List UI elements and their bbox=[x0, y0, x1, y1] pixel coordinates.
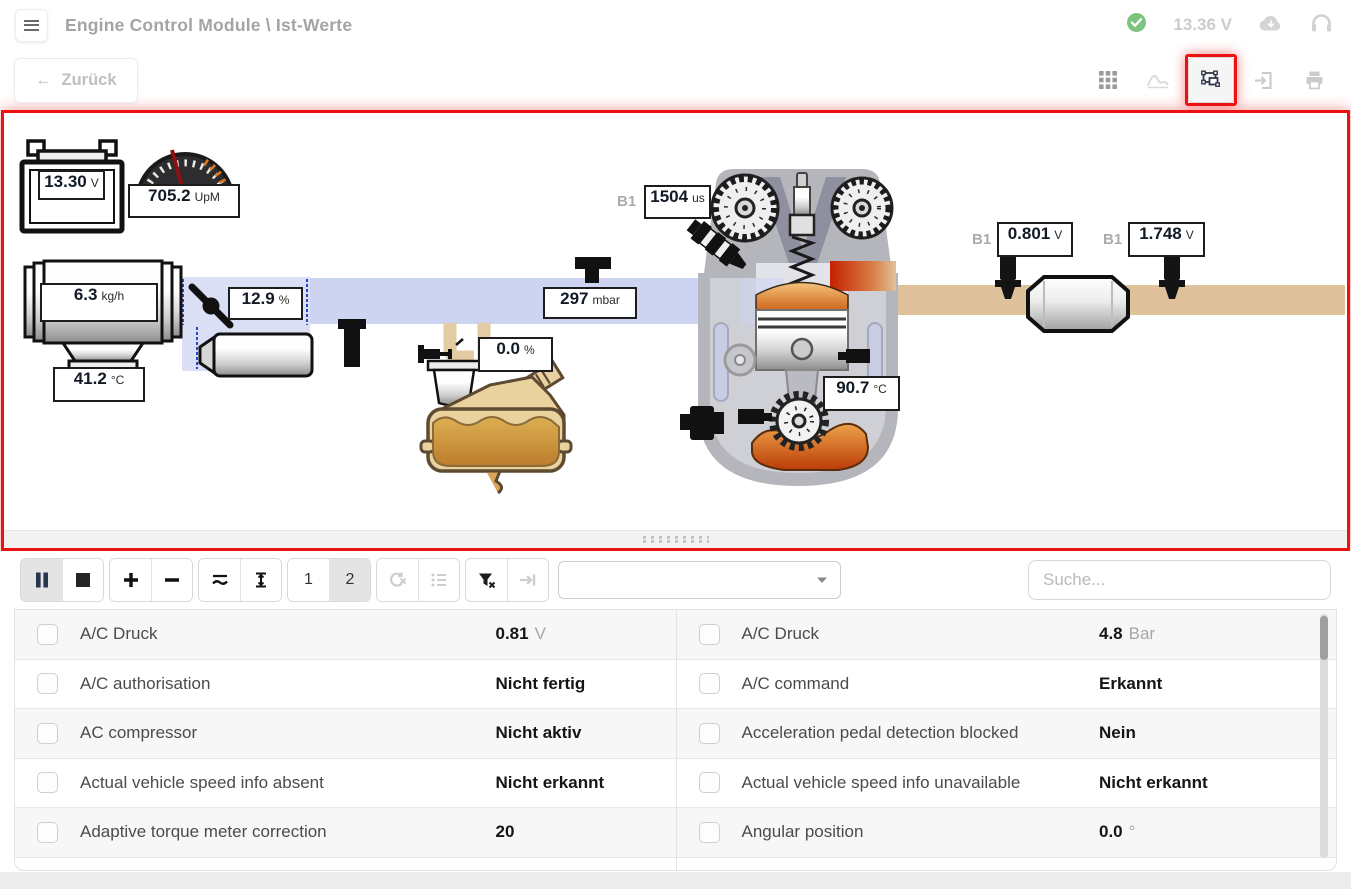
row-checkbox[interactable] bbox=[698, 772, 720, 794]
battery-voltage-status: 13.36 V bbox=[1173, 15, 1232, 34]
chart-view-button[interactable] bbox=[1135, 57, 1181, 103]
search-input[interactable] bbox=[1028, 560, 1331, 600]
back-arrow-icon: ← bbox=[35, 70, 52, 89]
schematic-panel: 13.30 V 705.2 UpM 6.3 kg/h 41.2 °C 12.9% 297… bbox=[1, 110, 1350, 551]
stop-icon bbox=[76, 573, 90, 587]
stop-button[interactable] bbox=[62, 559, 103, 601]
table-row[interactable]: A/C command Erkannt bbox=[676, 660, 1336, 709]
cam-gear-left-icon bbox=[710, 173, 780, 243]
table-row[interactable]: Adaptive torque meter correction 20 bbox=[15, 808, 676, 858]
row-checkbox[interactable] bbox=[37, 623, 58, 645]
one-column-button[interactable]: 1 bbox=[288, 559, 329, 601]
rpm-label: 705.2 UpM bbox=[128, 184, 240, 218]
battery-voltage-label: 13.30 V bbox=[38, 170, 105, 200]
curve-chart-icon bbox=[1147, 75, 1169, 89]
injection-time-label: 1504 us bbox=[644, 185, 711, 219]
table-row[interactable]: A/C Druck 0.81 V bbox=[15, 610, 676, 660]
row-checkbox[interactable] bbox=[37, 772, 58, 794]
table-scrollbar[interactable] bbox=[1320, 614, 1328, 858]
egr-label: 0.0% bbox=[478, 337, 553, 372]
back-button[interactable]: ← Zurück bbox=[14, 57, 138, 103]
table-row[interactable]: A/C authorisation Nicht fertig bbox=[15, 660, 676, 709]
chevron-down-icon bbox=[817, 577, 827, 583]
scrollbar-thumb[interactable] bbox=[1320, 616, 1328, 660]
table-column-right: A/C Druck 4.8 Bar A/C command Erkannt Acc… bbox=[675, 610, 1336, 870]
page-title: Engine Control Module \ Ist-Werte bbox=[65, 14, 353, 35]
wave-overline-icon bbox=[211, 574, 228, 585]
catalytic-converter-icon bbox=[1026, 275, 1130, 333]
manifold-pressure-label: 297 mbar bbox=[543, 287, 637, 319]
zoom-out-button[interactable] bbox=[151, 559, 192, 601]
o2-pre-bank-label: B1 bbox=[972, 231, 992, 248]
table-row[interactable]: A/C Druck 4.8 Bar bbox=[676, 610, 1336, 660]
row-checkbox[interactable] bbox=[37, 821, 58, 843]
grip-dots-icon bbox=[642, 536, 709, 539]
hamburger-icon bbox=[24, 19, 39, 31]
table-row[interactable]: Actual vehicle speed info unavailable Ni… bbox=[676, 759, 1336, 808]
pause-button[interactable] bbox=[21, 559, 62, 601]
injection-bank-label: B1 bbox=[617, 193, 637, 210]
print-button[interactable] bbox=[1291, 57, 1337, 103]
intake-temp-sensor-icon bbox=[338, 319, 366, 367]
cloud-download-icon[interactable] bbox=[1258, 13, 1284, 38]
height-range-icon bbox=[256, 572, 266, 588]
o2-pre-label: 0.801 V bbox=[997, 222, 1073, 257]
group-select-dropdown[interactable] bbox=[558, 561, 841, 599]
table-row[interactable]: AC compressor Nicht aktiv bbox=[15, 709, 676, 759]
printer-icon bbox=[1306, 71, 1322, 90]
row-checkbox[interactable] bbox=[698, 821, 720, 843]
select-list-button[interactable] bbox=[418, 559, 459, 601]
throttle-label: 12.9% bbox=[228, 287, 303, 320]
grid-icon bbox=[1099, 71, 1117, 89]
cam-gear-right-icon bbox=[830, 176, 894, 240]
row-checkbox[interactable] bbox=[698, 673, 720, 695]
plus-icon bbox=[123, 573, 138, 587]
headset-icon[interactable] bbox=[1310, 12, 1333, 39]
live-values-toolbar: 1 2 bbox=[0, 551, 1351, 609]
intake-temp-label: 41.2 °C bbox=[53, 367, 145, 402]
maf-label: 6.3 kg/h bbox=[40, 283, 158, 322]
refresh-x-icon bbox=[390, 572, 407, 587]
row-checkbox[interactable] bbox=[37, 722, 58, 744]
export-button[interactable] bbox=[1241, 57, 1287, 103]
idle-valve-icon bbox=[198, 332, 314, 378]
connection-ok-icon bbox=[1126, 12, 1147, 38]
grid-view-button[interactable] bbox=[1085, 57, 1131, 103]
arrow-to-bar-icon bbox=[520, 574, 536, 586]
engine-icon bbox=[680, 169, 898, 486]
reset-values-button[interactable] bbox=[377, 559, 418, 601]
row-checkbox[interactable] bbox=[698, 722, 720, 744]
highlight-frame bbox=[1185, 54, 1237, 106]
fit-height-button[interactable] bbox=[240, 559, 281, 601]
clear-filter-button[interactable] bbox=[466, 559, 507, 601]
table-row[interactable]: Angular position 0.0 ° bbox=[676, 808, 1336, 858]
menu-button[interactable] bbox=[15, 8, 48, 42]
bottom-strip bbox=[0, 872, 1351, 889]
top-bar: Engine Control Module \ Ist-Werte 13.36 … bbox=[0, 0, 1351, 50]
filter-x-icon bbox=[479, 573, 496, 589]
schematic-view-button[interactable] bbox=[1188, 57, 1234, 103]
minus-icon bbox=[165, 578, 179, 582]
engine-schematic: 13.30 V 705.2 UpM 6.3 kg/h 41.2 °C 12.9% 297… bbox=[4, 113, 1347, 530]
o2-post-label: 1.748 V bbox=[1128, 222, 1205, 257]
coolant-temp-label: 90.7 °C bbox=[823, 376, 900, 411]
selection-schematic-icon bbox=[1201, 70, 1220, 87]
smooth-curve-button[interactable] bbox=[199, 559, 240, 601]
two-columns-button[interactable]: 2 bbox=[329, 559, 370, 601]
o2-post-bank-label: B1 bbox=[1103, 231, 1123, 248]
grip-dots-icon bbox=[642, 540, 709, 543]
goto-end-button[interactable] bbox=[507, 559, 548, 601]
table-row[interactable]: Acceleration pedal detection blocked Nei… bbox=[676, 709, 1336, 759]
list-icon bbox=[431, 573, 446, 587]
zoom-in-button[interactable] bbox=[110, 559, 151, 601]
pause-icon bbox=[35, 572, 48, 588]
table-column-left: A/C Druck 0.81 V A/C authorisation Nicht … bbox=[15, 610, 676, 870]
action-toolbar: ← Zurück bbox=[0, 50, 1351, 110]
row-checkbox[interactable] bbox=[37, 673, 58, 695]
panel-resize-handle[interactable] bbox=[4, 530, 1347, 548]
table-row[interactable]: Actual vehicle speed info absent Nicht e… bbox=[15, 759, 676, 808]
live-values-table: A/C Druck 0.81 V A/C authorisation Nicht … bbox=[14, 609, 1337, 871]
row-checkbox[interactable] bbox=[698, 623, 720, 645]
export-icon bbox=[1254, 72, 1271, 89]
